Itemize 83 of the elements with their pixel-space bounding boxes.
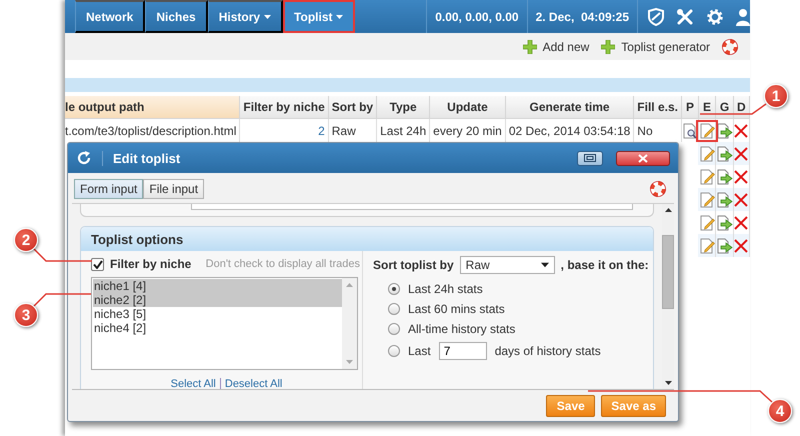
scroll-up-icon[interactable] bbox=[664, 208, 672, 212]
export-icon[interactable] bbox=[716, 146, 733, 162]
window-icon bbox=[584, 154, 596, 162]
delete-icon[interactable] bbox=[734, 216, 748, 230]
list-option[interactable]: niche4 [2] bbox=[93, 321, 342, 335]
checkbox[interactable] bbox=[91, 258, 104, 270]
add-icon bbox=[522, 40, 537, 54]
tab[interactable]: Form input bbox=[74, 179, 144, 199]
close-button[interactable] bbox=[616, 150, 670, 166]
sort-dropdown[interactable]: Raw bbox=[460, 256, 555, 274]
column-header[interactable]: P bbox=[681, 96, 698, 118]
export-icon[interactable] bbox=[716, 214, 733, 230]
settings-icon[interactable] bbox=[706, 8, 724, 26]
checkbox-label: Filter by niche bbox=[110, 257, 192, 271]
select-all-link[interactable]: Select All bbox=[170, 378, 216, 389]
radio-button[interactable] bbox=[388, 303, 400, 315]
close-icon bbox=[638, 154, 648, 162]
caret-icon bbox=[540, 262, 549, 268]
radio-button[interactable] bbox=[388, 283, 400, 295]
preview-icon[interactable] bbox=[682, 122, 698, 138]
callout-number: 1 bbox=[764, 84, 788, 108]
lifebuoy-icon[interactable] bbox=[650, 181, 666, 197]
column-header[interactable]: G bbox=[715, 96, 734, 118]
delete-icon[interactable] bbox=[734, 170, 748, 184]
niche-listbox[interactable]: niche1 [4] niche2 [2] niche3 [5] niche4 [2] bbox=[91, 277, 358, 370]
delete-icon[interactable] bbox=[734, 192, 748, 206]
column-header[interactable]: Filter by niche bbox=[240, 96, 328, 118]
hint-text: Don't check to display all trades bbox=[206, 258, 361, 270]
field-label: , base it on the: bbox=[560, 258, 649, 272]
tab[interactable]: File input bbox=[143, 179, 204, 199]
delete-icon[interactable] bbox=[734, 238, 748, 252]
column-header[interactable]: Fill e.s. bbox=[634, 96, 682, 118]
leader-line bbox=[700, 103, 766, 115]
lifebuoy-icon[interactable] bbox=[722, 38, 738, 54]
column-header[interactable]: Type bbox=[376, 96, 430, 118]
export-icon[interactable] bbox=[716, 238, 733, 254]
column-header[interactable]: E bbox=[698, 96, 716, 118]
radio-label: All-time history stats bbox=[408, 322, 516, 336]
leader-line bbox=[33, 248, 92, 262]
dialog-title: Edit toplist bbox=[102, 150, 567, 166]
field-label: Sort toplist by bbox=[373, 258, 454, 272]
input-field[interactable] bbox=[191, 204, 633, 210]
nav-menu-item[interactable]: Toplist bbox=[283, 0, 356, 33]
edit-icon[interactable] bbox=[698, 214, 715, 230]
leader-line bbox=[33, 293, 91, 307]
column-header[interactable]: Generate time bbox=[505, 96, 634, 118]
radio-label: Last bbox=[408, 344, 431, 358]
column-header[interactable]: le output path bbox=[65, 96, 240, 118]
edit-icon[interactable] bbox=[698, 146, 715, 162]
days-input[interactable]: 7 bbox=[438, 342, 487, 360]
toolbar-button[interactable]: Add new bbox=[522, 40, 590, 54]
callout-number: 4 bbox=[768, 399, 792, 423]
radio-label: Last 60 mins stats bbox=[408, 302, 505, 316]
maximize-button[interactable] bbox=[577, 150, 603, 166]
refresh-icon[interactable] bbox=[76, 150, 92, 166]
edit-icon[interactable] bbox=[698, 192, 715, 208]
tools-icon[interactable] bbox=[676, 8, 694, 26]
radio-label: days of history stats bbox=[494, 344, 601, 358]
column-header[interactable]: Update bbox=[430, 96, 506, 118]
column-header[interactable]: Sort by bbox=[328, 96, 377, 118]
export-icon[interactable] bbox=[716, 192, 733, 208]
list-option[interactable]: niche3 [5] bbox=[93, 307, 342, 321]
user-icon[interactable] bbox=[736, 8, 750, 26]
delete-icon[interactable] bbox=[734, 124, 748, 138]
radio-label: Last 24h stats bbox=[408, 282, 483, 296]
export-icon[interactable] bbox=[716, 168, 733, 184]
list-option[interactable]: niche2 [2] bbox=[93, 293, 342, 307]
radio-button[interactable] bbox=[388, 323, 400, 335]
add-icon bbox=[601, 40, 616, 54]
callout-number: 2 bbox=[14, 228, 38, 252]
nav-menu-item[interactable]: History bbox=[208, 0, 284, 33]
scroll-down-icon[interactable] bbox=[664, 381, 672, 385]
deselect-all-link[interactable]: Deselect All bbox=[224, 378, 282, 389]
radio-button[interactable] bbox=[388, 345, 400, 357]
export-icon[interactable] bbox=[716, 122, 733, 138]
toolbar-button[interactable]: Toplist generator bbox=[601, 40, 710, 54]
panel-title: Toplist options bbox=[81, 227, 653, 251]
shield-icon[interactable] bbox=[648, 8, 664, 26]
list-option[interactable]: niche1 [4] bbox=[93, 279, 342, 293]
callout-number: 3 bbox=[14, 303, 38, 327]
delete-icon[interactable] bbox=[734, 146, 748, 160]
edit-icon[interactable] bbox=[698, 168, 715, 184]
edit-icon[interactable] bbox=[698, 238, 715, 254]
